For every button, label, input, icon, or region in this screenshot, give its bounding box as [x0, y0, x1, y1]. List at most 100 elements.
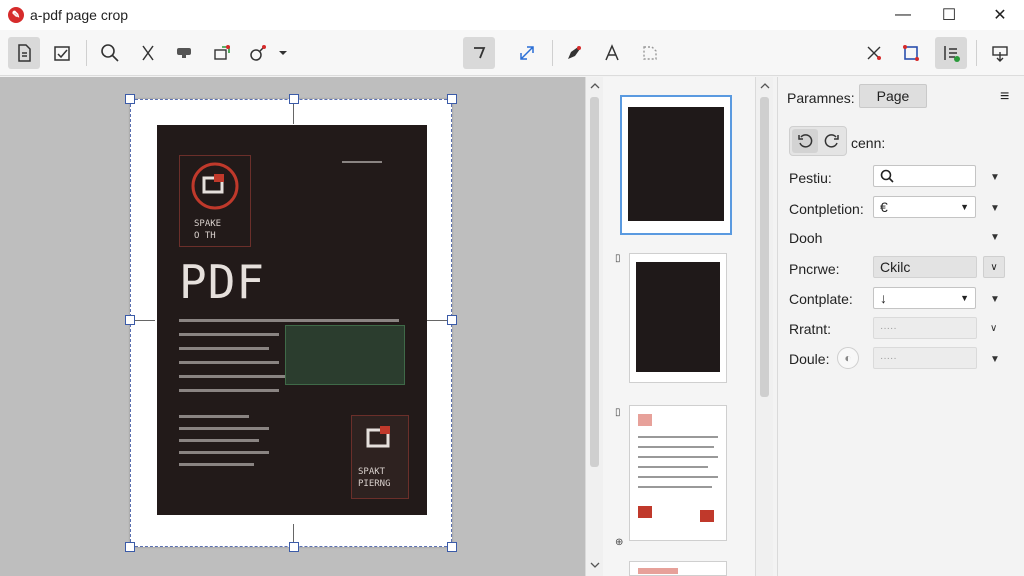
chevron-down-icon[interactable]: ∨: [990, 323, 997, 334]
arrange-icon: [867, 46, 881, 60]
thumbnail-page-marker: ▯: [615, 407, 621, 418]
page-properties-button[interactable]: [8, 37, 40, 69]
chevron-down-icon[interactable]: ∨: [983, 256, 1005, 278]
crop-handle-right[interactable]: [447, 315, 457, 325]
thumbnail-page-2[interactable]: [629, 253, 727, 383]
page-properties-icon: [18, 44, 31, 62]
hamburger-menu-icon[interactable]: ≡: [1000, 88, 1009, 106]
select-region-icon: [643, 46, 657, 60]
crop-handle-top[interactable]: [289, 94, 299, 104]
crop-handle-top-right[interactable]: [447, 94, 457, 104]
thumbnails-panel: ▯ ▯ ⊕: [603, 77, 755, 576]
thumbnail-page-4[interactable]: [629, 561, 727, 576]
layers-icon: [944, 46, 960, 62]
pen-button[interactable]: [558, 37, 590, 69]
rotate-right-button[interactable]: [819, 129, 845, 153]
dropdown-icon: [279, 51, 287, 55]
crop-handle-left[interactable]: [125, 315, 135, 325]
param-label: Pestiu:: [789, 170, 832, 186]
select-value: €: [880, 199, 888, 215]
search-button[interactable]: [94, 37, 126, 69]
rotate-button-group: [789, 126, 847, 156]
chevron-down-icon[interactable]: ▼: [990, 203, 1000, 214]
rotate-left-button[interactable]: [792, 129, 818, 153]
chevron-down-icon[interactable]: ▼: [990, 172, 1000, 183]
select-region-button[interactable]: [634, 37, 666, 69]
pen-icon: [568, 46, 581, 59]
search-field[interactable]: [873, 165, 976, 187]
crop-guide-line: [293, 104, 294, 124]
crop-frame-button[interactable]: [895, 37, 927, 69]
crop-selection-frame[interactable]: [130, 99, 452, 547]
chevron-down-icon[interactable]: ▼: [990, 294, 1000, 305]
crop-frame-icon: [903, 45, 919, 61]
text-button[interactable]: [596, 37, 628, 69]
title-bar: ✎ a-pdf page crop — ☐ ✕: [0, 0, 1024, 30]
crop-guide-line: [293, 524, 294, 544]
stamp-icon: [177, 48, 191, 58]
crop-handle-top-left[interactable]: [125, 94, 135, 104]
crop-handle-bottom-left[interactable]: [125, 542, 135, 552]
arrange-button[interactable]: [858, 37, 890, 69]
rotation-field[interactable]: ·····: [873, 317, 977, 339]
chevron-down-icon[interactable]: ▼: [990, 354, 1000, 365]
param-label: Doule:: [789, 351, 830, 367]
scroll-up-icon: [590, 83, 600, 89]
crop-handle-bottom[interactable]: [289, 542, 299, 552]
maximize-button[interactable]: ☐: [926, 0, 972, 30]
a-pdf-logo-icon: ✎: [8, 7, 24, 23]
param-label: Rratnt:: [789, 321, 832, 337]
template-select[interactable]: ↓ ▼: [873, 287, 976, 309]
double-toggle-knob[interactable]: ◐: [837, 347, 859, 369]
thumbnails-scroll-thumb[interactable]: [760, 97, 769, 397]
double-field[interactable]: ·····: [873, 347, 977, 369]
main-toolbar: [0, 30, 1024, 76]
param-label: Contpletion:: [789, 201, 864, 217]
thumbnail-text-line: [638, 446, 714, 448]
thumbnail-page-1[interactable]: [620, 95, 732, 235]
thumbnail-preview: [628, 107, 724, 221]
params-title: Paramnes:: [787, 90, 855, 106]
tools-button[interactable]: [242, 37, 274, 69]
completion-select[interactable]: € ▼: [873, 196, 976, 218]
thumbnail-text-line: [638, 456, 718, 458]
layers-button[interactable]: [935, 37, 967, 69]
thumbnail-text-line: [638, 486, 712, 488]
tools-dropdown-button[interactable]: [272, 37, 294, 69]
thumbnail-preview: [638, 568, 678, 574]
thumbnail-page-3[interactable]: [629, 405, 727, 541]
thumbnails-scrollbar[interactable]: [755, 77, 773, 576]
tools-icon: [250, 45, 266, 61]
chevron-down-icon: ▼: [960, 293, 969, 303]
minimize-button[interactable]: —: [880, 0, 926, 30]
window-title: a-pdf page crop: [30, 7, 129, 23]
thumbnail-page-marker: ⊕: [615, 537, 624, 548]
canvas-scroll-thumb[interactable]: [590, 97, 599, 467]
close-button[interactable]: ✕: [977, 0, 1023, 30]
thumbnail-preview: [638, 414, 652, 426]
scroll-up-icon: [760, 83, 770, 89]
toolbar-divider: [86, 40, 87, 66]
toolbar-divider: [976, 40, 977, 66]
download-button[interactable]: [984, 37, 1016, 69]
resize-icon: [520, 46, 534, 60]
download-icon: [992, 46, 1008, 62]
preview-field[interactable]: Ckilc: [873, 256, 977, 278]
rotate-label: cenn:: [851, 135, 886, 151]
canvas-scrollbar[interactable]: [585, 77, 603, 576]
crop-tool-icon: [474, 47, 486, 59]
thumbnail-text-line: [638, 476, 718, 478]
cut-button[interactable]: [132, 37, 164, 69]
checkbox-form-button[interactable]: [46, 37, 78, 69]
tab-page[interactable]: Page: [859, 84, 927, 108]
crop-handle-bottom-right[interactable]: [447, 542, 457, 552]
resize-button[interactable]: [511, 37, 543, 69]
thumbnail-preview: [700, 510, 714, 522]
export-button[interactable]: [206, 37, 238, 69]
stamp-button[interactable]: [168, 37, 200, 69]
chevron-down-icon[interactable]: ▼: [990, 232, 1000, 243]
crop-tool-button[interactable]: [463, 37, 495, 69]
param-label: Dooh: [789, 230, 823, 246]
document-canvas[interactable]: SPAKE O TH PDF SPAKT PIERNG: [0, 77, 585, 576]
crop-guide-line: [427, 320, 447, 321]
